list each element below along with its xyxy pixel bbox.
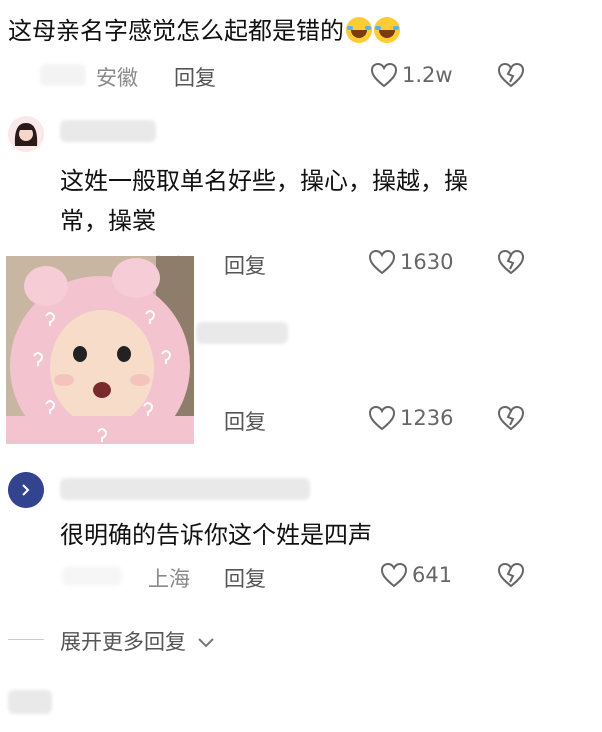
comment-1-like-count: 1.2w xyxy=(402,63,453,87)
avatar-image xyxy=(8,116,44,152)
baby-sticker-image[interactable] xyxy=(6,256,194,444)
laugh-cry-emoji-icon xyxy=(374,17,400,43)
comment-4-location: 上海 xyxy=(148,567,190,591)
expand-more-replies-button[interactable]: 展开更多回复 xyxy=(60,626,215,656)
comment-2-text-line1: 这姓一般取单名好些，操心，操越，操 xyxy=(60,167,468,195)
blurred-username xyxy=(196,322,288,344)
comment-2-reply-button[interactable]: 回复 xyxy=(224,250,266,280)
heart-outline-icon[interactable] xyxy=(380,562,408,588)
heart-outline-icon[interactable] xyxy=(368,405,396,431)
comment-1-text: 这母亲名字感觉怎么起都是错的 xyxy=(8,14,400,48)
chevron-down-icon xyxy=(197,638,214,648)
heart-outline-icon[interactable] xyxy=(368,249,396,275)
comment-3-reply-button[interactable]: 回复 xyxy=(224,406,266,436)
comment-4-like-count: 641 xyxy=(412,563,453,587)
broken-heart-icon[interactable] xyxy=(497,562,525,588)
blurred-username xyxy=(60,478,310,500)
expand-more-label: 展开更多回复 xyxy=(60,630,186,654)
comment-4-reply-button[interactable]: 回复 xyxy=(224,563,266,593)
blurred-avatar xyxy=(8,690,52,714)
blurred-timestamp xyxy=(62,566,122,586)
broken-heart-icon[interactable] xyxy=(497,249,525,275)
avatar[interactable] xyxy=(8,116,44,152)
comment-2-like-count: 1630 xyxy=(400,250,454,274)
heart-outline-icon[interactable] xyxy=(370,62,398,88)
comment-1-location: 安徽 xyxy=(96,66,138,90)
avatar-image xyxy=(8,472,44,508)
avatar[interactable] xyxy=(8,472,44,508)
comment-4-text: 很明确的告诉你这个姓是四声 xyxy=(60,521,372,549)
comment-1-reply-button[interactable]: 回复 xyxy=(174,62,216,92)
comment-2-text-line2: 常，操裳 xyxy=(60,207,156,235)
blurred-username xyxy=(60,120,156,142)
broken-heart-icon[interactable] xyxy=(497,405,525,431)
divider-line xyxy=(8,639,44,640)
blurred-timestamp xyxy=(40,64,86,86)
broken-heart-icon[interactable] xyxy=(497,62,525,88)
laugh-cry-emoji-icon xyxy=(346,17,372,43)
comment-3-like-count: 1236 xyxy=(400,406,454,430)
